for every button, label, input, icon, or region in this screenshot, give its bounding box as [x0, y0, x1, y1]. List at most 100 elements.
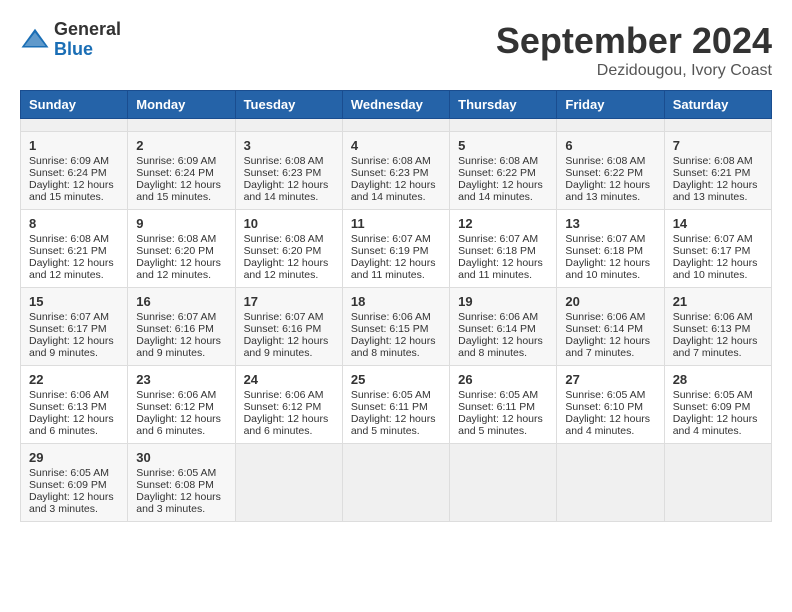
calendar-cell: 10Sunrise: 6:08 AMSunset: 6:20 PMDayligh…	[235, 210, 342, 288]
day-number: 2	[136, 138, 226, 153]
sunset-text: Sunset: 6:16 PM	[136, 323, 214, 335]
calendar-cell	[342, 119, 449, 132]
day-number: 28	[673, 372, 763, 387]
calendar-cell: 29Sunrise: 6:05 AMSunset: 6:09 PMDayligh…	[21, 444, 128, 522]
sunset-text: Sunset: 6:24 PM	[136, 167, 214, 179]
day-number: 11	[351, 216, 441, 231]
calendar-cell: 21Sunrise: 6:06 AMSunset: 6:13 PMDayligh…	[664, 288, 771, 366]
sunrise-text: Sunrise: 6:06 AM	[244, 389, 324, 401]
daylight-text: Daylight: 12 hours and 11 minutes.	[458, 257, 543, 281]
day-number: 27	[565, 372, 655, 387]
sunrise-text: Sunrise: 6:09 AM	[136, 155, 216, 167]
day-number: 20	[565, 294, 655, 309]
sunset-text: Sunset: 6:23 PM	[244, 167, 322, 179]
title-section: September 2024 Dezidougou, Ivory Coast	[496, 20, 772, 80]
daylight-text: Daylight: 12 hours and 9 minutes.	[244, 335, 329, 359]
calendar-cell: 14Sunrise: 6:07 AMSunset: 6:17 PMDayligh…	[664, 210, 771, 288]
calendar-cell: 4Sunrise: 6:08 AMSunset: 6:23 PMDaylight…	[342, 132, 449, 210]
sunrise-text: Sunrise: 6:08 AM	[244, 155, 324, 167]
day-number: 19	[458, 294, 548, 309]
sunrise-text: Sunrise: 6:06 AM	[565, 311, 645, 323]
daylight-text: Daylight: 12 hours and 6 minutes.	[29, 413, 114, 437]
daylight-text: Daylight: 12 hours and 11 minutes.	[351, 257, 436, 281]
daylight-text: Daylight: 12 hours and 6 minutes.	[136, 413, 221, 437]
sunset-text: Sunset: 6:08 PM	[136, 479, 214, 491]
sunrise-text: Sunrise: 6:05 AM	[673, 389, 753, 401]
day-number: 30	[136, 450, 226, 465]
calendar-cell: 20Sunrise: 6:06 AMSunset: 6:14 PMDayligh…	[557, 288, 664, 366]
day-number: 23	[136, 372, 226, 387]
daylight-text: Daylight: 12 hours and 15 minutes.	[29, 179, 114, 203]
calendar-cell: 28Sunrise: 6:05 AMSunset: 6:09 PMDayligh…	[664, 366, 771, 444]
sunset-text: Sunset: 6:16 PM	[244, 323, 322, 335]
sunrise-text: Sunrise: 6:05 AM	[136, 467, 216, 479]
day-number: 7	[673, 138, 763, 153]
sunset-text: Sunset: 6:22 PM	[565, 167, 643, 179]
daylight-text: Daylight: 12 hours and 14 minutes.	[351, 179, 436, 203]
calendar-cell: 9Sunrise: 6:08 AMSunset: 6:20 PMDaylight…	[128, 210, 235, 288]
daylight-text: Daylight: 12 hours and 4 minutes.	[673, 413, 758, 437]
day-number: 25	[351, 372, 441, 387]
day-number: 12	[458, 216, 548, 231]
calendar-cell: 17Sunrise: 6:07 AMSunset: 6:16 PMDayligh…	[235, 288, 342, 366]
sunset-text: Sunset: 6:11 PM	[458, 401, 535, 413]
day-header-wednesday: Wednesday	[342, 91, 449, 119]
sunrise-text: Sunrise: 6:07 AM	[244, 311, 324, 323]
day-header-friday: Friday	[557, 91, 664, 119]
daylight-text: Daylight: 12 hours and 12 minutes.	[136, 257, 221, 281]
calendar-week-5: 22Sunrise: 6:06 AMSunset: 6:13 PMDayligh…	[21, 366, 772, 444]
sunset-text: Sunset: 6:11 PM	[351, 401, 428, 413]
sunrise-text: Sunrise: 6:06 AM	[351, 311, 431, 323]
daylight-text: Daylight: 12 hours and 12 minutes.	[244, 257, 329, 281]
day-number: 18	[351, 294, 441, 309]
calendar-cell	[450, 444, 557, 522]
sunset-text: Sunset: 6:13 PM	[673, 323, 751, 335]
sunrise-text: Sunrise: 6:07 AM	[458, 233, 538, 245]
day-number: 4	[351, 138, 441, 153]
daylight-text: Daylight: 12 hours and 3 minutes.	[136, 491, 221, 515]
calendar-week-2: 1Sunrise: 6:09 AMSunset: 6:24 PMDaylight…	[21, 132, 772, 210]
daylight-text: Daylight: 12 hours and 14 minutes.	[244, 179, 329, 203]
sunset-text: Sunset: 6:17 PM	[673, 245, 751, 257]
sunrise-text: Sunrise: 6:06 AM	[673, 311, 753, 323]
day-header-monday: Monday	[128, 91, 235, 119]
logo-general: General	[54, 20, 121, 40]
sunrise-text: Sunrise: 6:08 AM	[351, 155, 431, 167]
day-number: 5	[458, 138, 548, 153]
daylight-text: Daylight: 12 hours and 15 minutes.	[136, 179, 221, 203]
day-number: 24	[244, 372, 334, 387]
calendar-cell: 11Sunrise: 6:07 AMSunset: 6:19 PMDayligh…	[342, 210, 449, 288]
day-number: 22	[29, 372, 119, 387]
sunrise-text: Sunrise: 6:05 AM	[565, 389, 645, 401]
logo-blue: Blue	[54, 40, 121, 60]
calendar-header-row: SundayMondayTuesdayWednesdayThursdayFrid…	[21, 91, 772, 119]
calendar-cell: 15Sunrise: 6:07 AMSunset: 6:17 PMDayligh…	[21, 288, 128, 366]
sunrise-text: Sunrise: 6:09 AM	[29, 155, 109, 167]
calendar-cell	[21, 119, 128, 132]
day-number: 15	[29, 294, 119, 309]
calendar-week-1	[21, 119, 772, 132]
daylight-text: Daylight: 12 hours and 14 minutes.	[458, 179, 543, 203]
sunset-text: Sunset: 6:12 PM	[244, 401, 322, 413]
calendar-cell	[664, 119, 771, 132]
calendar-cell	[128, 119, 235, 132]
calendar-cell: 23Sunrise: 6:06 AMSunset: 6:12 PMDayligh…	[128, 366, 235, 444]
daylight-text: Daylight: 12 hours and 7 minutes.	[673, 335, 758, 359]
sunrise-text: Sunrise: 6:07 AM	[136, 311, 216, 323]
day-number: 8	[29, 216, 119, 231]
calendar-cell: 25Sunrise: 6:05 AMSunset: 6:11 PMDayligh…	[342, 366, 449, 444]
sunrise-text: Sunrise: 6:08 AM	[673, 155, 753, 167]
day-header-saturday: Saturday	[664, 91, 771, 119]
sunrise-text: Sunrise: 6:07 AM	[351, 233, 431, 245]
calendar-cell: 7Sunrise: 6:08 AMSunset: 6:21 PMDaylight…	[664, 132, 771, 210]
daylight-text: Daylight: 12 hours and 10 minutes.	[565, 257, 650, 281]
sunrise-text: Sunrise: 6:07 AM	[565, 233, 645, 245]
calendar-cell	[342, 444, 449, 522]
calendar-cell: 13Sunrise: 6:07 AMSunset: 6:18 PMDayligh…	[557, 210, 664, 288]
calendar-cell: 1Sunrise: 6:09 AMSunset: 6:24 PMDaylight…	[21, 132, 128, 210]
day-number: 16	[136, 294, 226, 309]
calendar-week-3: 8Sunrise: 6:08 AMSunset: 6:21 PMDaylight…	[21, 210, 772, 288]
sunset-text: Sunset: 6:20 PM	[136, 245, 214, 257]
day-number: 10	[244, 216, 334, 231]
calendar-cell: 3Sunrise: 6:08 AMSunset: 6:23 PMDaylight…	[235, 132, 342, 210]
